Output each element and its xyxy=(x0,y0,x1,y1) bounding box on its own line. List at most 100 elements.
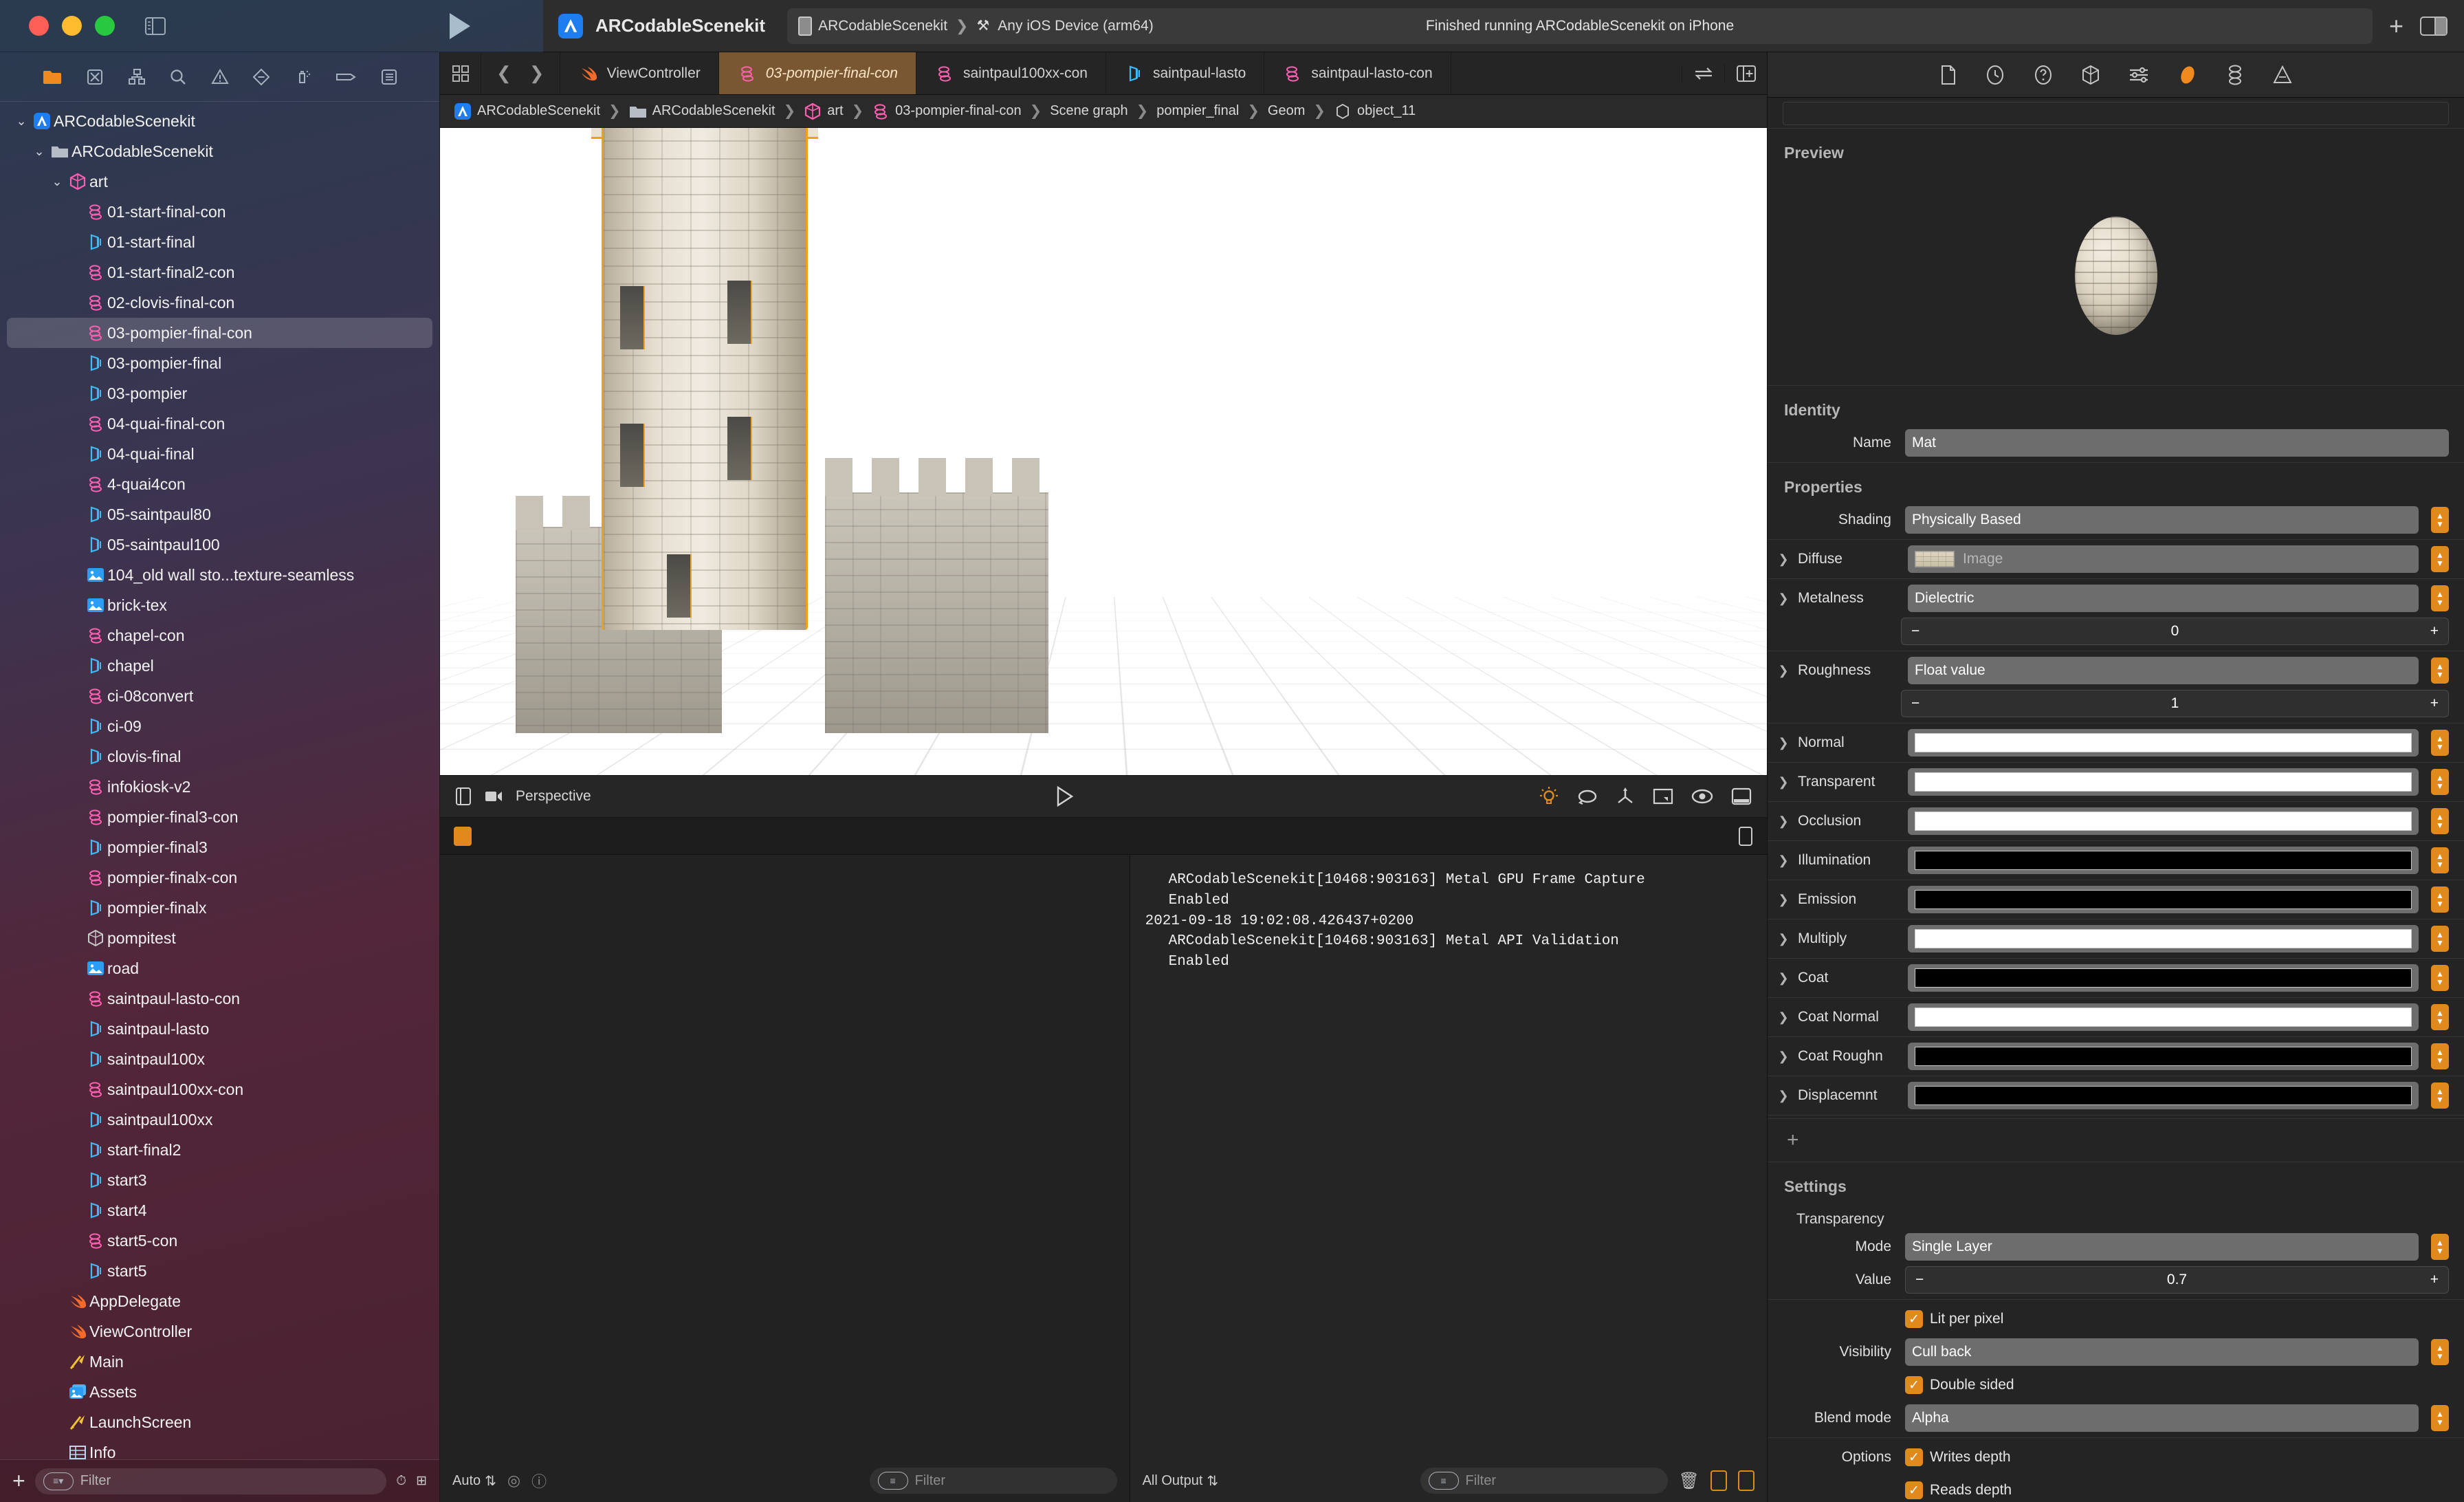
nav-item[interactable]: chapel-con xyxy=(7,620,432,651)
close-button[interactable] xyxy=(29,16,49,36)
nav-item[interactable]: 03-pompier xyxy=(7,378,432,409)
property-stepper[interactable]: ▲ ▼ xyxy=(2431,769,2449,795)
play-scene-icon[interactable] xyxy=(1055,786,1075,807)
color-swatch[interactable] xyxy=(1915,890,2412,909)
open-tabs[interactable]: ViewController 03-pompier-final-con saintp… xyxy=(560,52,1451,94)
filter-options-icon[interactable]: ≡ xyxy=(877,1472,908,1490)
nav-item[interactable]: Main xyxy=(7,1347,432,1377)
property-field[interactable] xyxy=(1908,1043,2419,1070)
decrement-button[interactable]: − xyxy=(1915,1272,1924,1288)
camera-icon[interactable] xyxy=(484,789,503,804)
material-name-strip[interactable] xyxy=(1768,98,2464,125)
lit-per-pixel-checkbox[interactable]: ✓ Lit per pixel xyxy=(1905,1310,2003,1328)
console-filter-field[interactable]: ≡ Filter xyxy=(1420,1468,1668,1494)
attributes-inspector-icon[interactable] xyxy=(2128,66,2149,84)
value-stepper-field[interactable]: − 0.7 + xyxy=(1905,1266,2449,1294)
nav-item[interactable]: Info xyxy=(7,1437,432,1459)
visibility-select[interactable]: Cull back xyxy=(1905,1338,2419,1366)
property-stepper[interactable]: ▲ ▼ xyxy=(2431,847,2449,873)
report-icon[interactable] xyxy=(380,68,398,86)
sidebar-toggle-icon[interactable] xyxy=(145,17,166,35)
disclosure-triangle-icon[interactable]: ❯ xyxy=(1776,1049,1791,1064)
nav-item[interactable]: ViewController xyxy=(7,1316,432,1347)
nav-item[interactable]: 01-start-final xyxy=(7,227,432,257)
nav-item[interactable]: Assets xyxy=(7,1377,432,1407)
nav-item[interactable]: 04-quai-final xyxy=(7,439,432,469)
variables-filter-field[interactable]: ≡ Filter xyxy=(869,1468,1117,1494)
nav-item[interactable]: 01-start-final2-con xyxy=(7,257,432,287)
panel-icon[interactable] xyxy=(1731,787,1752,805)
toggle-variables-icon[interactable] xyxy=(1710,1470,1727,1491)
breadcrumb-item[interactable]: art xyxy=(804,102,844,120)
editor-tab[interactable]: saintpaul-lasto-con xyxy=(1264,52,1451,94)
property-field[interactable]: Float value xyxy=(1908,657,2419,684)
nav-item[interactable]: start5 xyxy=(7,1256,432,1286)
disclosure-triangle-icon[interactable]: ❯ xyxy=(1776,1089,1791,1103)
breadcrumb[interactable]: ARCodableScenekit ❯ ARCodableScenekit ❯ art ❯… xyxy=(440,95,1767,128)
nav-item[interactable]: ⌄ ARCodableScenekit xyxy=(7,136,432,166)
navigator-selector-bar[interactable] xyxy=(0,52,439,102)
property-number-field[interactable]: − 1 + xyxy=(1901,690,2449,717)
camera-mode-label[interactable]: Perspective xyxy=(516,788,591,805)
breadcrumb-item[interactable]: pompier_final xyxy=(1156,103,1239,119)
nav-item[interactable]: chapel xyxy=(7,651,432,681)
inspector-tab-bar[interactable] xyxy=(1768,52,2464,98)
scene-viewport[interactable]: Au moment où l'on a construit la caserne… xyxy=(440,128,1767,775)
nav-item[interactable]: saintpaul-lasto xyxy=(7,1014,432,1044)
disclosure-triangle-icon[interactable]: ⌄ xyxy=(48,175,66,189)
history-nav[interactable]: ❮ ❯ xyxy=(481,52,560,94)
property-stepper[interactable]: ▲ ▼ xyxy=(2431,730,2449,756)
property-stepper[interactable]: ▲ ▼ xyxy=(2431,1082,2449,1109)
color-swatch[interactable] xyxy=(1915,851,2412,870)
nav-item[interactable]: brick-tex xyxy=(7,590,432,620)
history-inspector-icon[interactable] xyxy=(1986,65,2005,85)
option-checkbox[interactable]: ✓ Reads depth xyxy=(1905,1481,2012,1499)
run-button[interactable] xyxy=(450,12,470,39)
source-control-icon[interactable] xyxy=(86,68,104,86)
node-inspector-icon[interactable] xyxy=(2082,65,2100,85)
property-stepper[interactable]: ▲ ▼ xyxy=(2431,808,2449,834)
nav-item[interactable]: clovis-final xyxy=(7,741,432,772)
scene-inspector-icon[interactable] xyxy=(2272,65,2292,85)
project-file-list[interactable]: ⌄ ARCodableScenekit ⌄ ARCodableScenekit ⌄ art… xyxy=(0,102,439,1459)
disclosure-triangle-icon[interactable]: ❯ xyxy=(1776,932,1791,946)
property-field[interactable] xyxy=(1908,768,2419,796)
editor-tab[interactable]: saintpaul100xx-con xyxy=(916,52,1106,94)
debug-session-indicator[interactable] xyxy=(454,826,472,846)
decrement-button[interactable]: − xyxy=(1911,623,1920,640)
nav-item[interactable]: LaunchScreen xyxy=(7,1407,432,1437)
add-file-button[interactable]: + xyxy=(12,1468,25,1494)
add-property-button[interactable]: + xyxy=(1768,1122,2464,1159)
property-stepper[interactable]: ▲ ▼ xyxy=(2431,926,2449,952)
status-bar[interactable]: ARCodableScenekit ❯ ⚒ Any iOS Device (ar… xyxy=(787,8,2373,44)
watch-icon[interactable]: ◎ xyxy=(507,1472,520,1490)
editor-tab[interactable]: 03-pompier-final-con xyxy=(718,52,916,94)
nav-item[interactable]: pompier-final3-con xyxy=(7,802,432,832)
orbit-icon[interactable] xyxy=(1577,788,1598,805)
nav-item[interactable]: pompier-finalx xyxy=(7,893,432,923)
nav-item[interactable]: road xyxy=(7,953,432,983)
shading-select[interactable]: Physically Based xyxy=(1905,506,2419,534)
property-field[interactable]: Image xyxy=(1908,545,2419,573)
mode-select[interactable]: Single Layer xyxy=(1905,1233,2419,1261)
property-stepper[interactable]: ▲ ▼ xyxy=(2431,1004,2449,1030)
color-swatch[interactable] xyxy=(1915,812,2412,831)
back-icon[interactable]: ❮ xyxy=(496,63,512,84)
color-swatch[interactable] xyxy=(1915,968,2412,988)
blend-mode-stepper[interactable]: ▲ ▼ xyxy=(2431,1405,2449,1431)
eye-icon[interactable] xyxy=(1691,788,1713,805)
add-editor-icon[interactable] xyxy=(1724,64,1767,83)
disclosure-triangle-icon[interactable]: ❯ xyxy=(1776,853,1791,868)
material-inspector-icon[interactable] xyxy=(2178,64,2197,86)
nav-item[interactable]: pompier-final3 xyxy=(7,832,432,862)
device-icon[interactable] xyxy=(1738,826,1753,847)
visibility-stepper[interactable]: ▲ ▼ xyxy=(2431,1339,2449,1365)
axes-icon[interactable] xyxy=(1616,787,1635,806)
split-navigator-icon[interactable]: ⊞ xyxy=(416,1473,427,1489)
property-field[interactable] xyxy=(1908,925,2419,953)
property-field[interactable] xyxy=(1908,964,2419,992)
nav-item[interactable]: start5-con xyxy=(7,1226,432,1256)
nav-item[interactable]: 05-saintpaul80 xyxy=(7,499,432,530)
test-icon[interactable] xyxy=(252,68,270,86)
double-sided-checkbox[interactable]: ✓ Double sided xyxy=(1905,1376,2014,1394)
